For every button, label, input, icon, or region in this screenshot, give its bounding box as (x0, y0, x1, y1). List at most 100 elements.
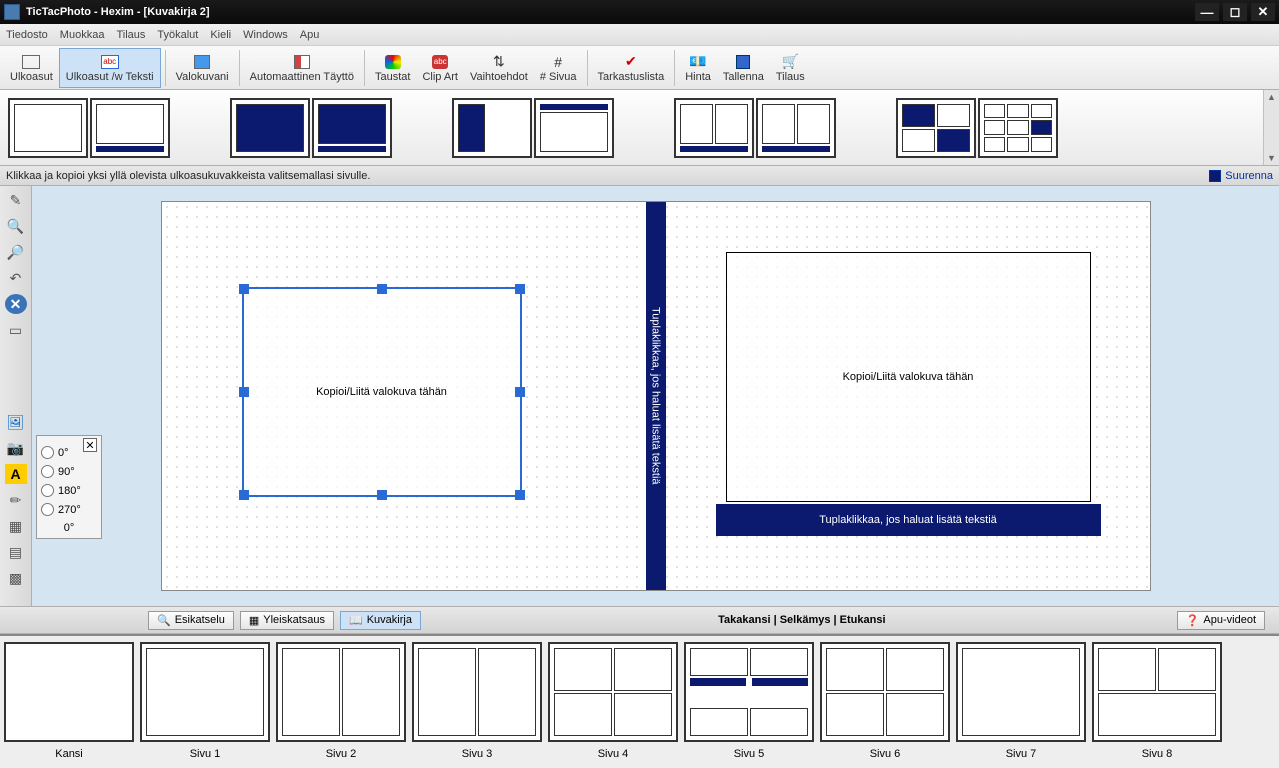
tb-price[interactable]: 💶Hinta (679, 48, 717, 88)
rotation-0[interactable] (41, 446, 54, 459)
minimize-button[interactable]: — (1195, 3, 1219, 21)
menu-help[interactable]: Apu (300, 29, 320, 41)
preview-button[interactable]: 🔍Esikatselu (148, 611, 234, 630)
page-thumb-8[interactable] (1092, 642, 1222, 742)
toolbar: Ulkoasut abcUlkoasut /w Teksti Valokuvan… (0, 46, 1279, 90)
left-toolbar: ✎ 🔍 🔎 ↶ ✕ ▭ 🖼 📷 A ✏ ▦ ▤ ▩ (0, 186, 32, 606)
rotation-close[interactable]: ✕ (83, 438, 97, 452)
undo-tool[interactable]: ↶ (5, 268, 27, 288)
layout-option-1[interactable] (8, 98, 170, 158)
page-indicator: Takakansi | Selkämys | Etukansi (427, 614, 1177, 626)
cart-icon: 🛒 (780, 53, 800, 71)
layout-option-4[interactable] (674, 98, 836, 158)
layout-text-icon: abc (101, 55, 119, 69)
layout-strip (0, 90, 1279, 166)
backgrounds-icon (385, 55, 401, 69)
photo-placeholder-text: Kopioi/Liitä valokuva tähän (316, 386, 447, 398)
tb-checklist[interactable]: ✔Tarkastuslista (592, 48, 671, 88)
menubar: Tiedosto Muokkaa Tilaus Työkalut Kieli W… (0, 24, 1279, 46)
book-spread: Kopioi/Liitä valokuva tähän Tuplaklikkaa… (161, 201, 1151, 591)
hint-bar: Klikkaa ja kopioi yksi yllä olevista ulk… (0, 166, 1279, 186)
select-tool[interactable]: ▭ (5, 320, 27, 340)
tb-autofill[interactable]: Automaattinen Täyttö (244, 48, 360, 88)
tb-save[interactable]: Tallenna (717, 48, 770, 88)
grid-icon: ▦ (249, 614, 259, 627)
app-icon (4, 4, 20, 20)
layers-tool[interactable]: ▤ (5, 542, 27, 562)
tb-layouts[interactable]: Ulkoasut (4, 48, 59, 88)
brush-tool[interactable]: ✎ (5, 190, 27, 210)
pencil-tool[interactable]: ✏ (5, 490, 27, 510)
menu-edit[interactable]: Muokkaa (60, 29, 105, 41)
menu-file[interactable]: Tiedosto (6, 29, 48, 41)
pages-row: Kansi Sivu 1 Sivu 2 Sivu 3 Sivu 4 Sivu 5… (0, 634, 1279, 768)
photos-icon (194, 55, 210, 69)
tb-pages[interactable]: ## Sivua (534, 48, 583, 88)
overview-button[interactable]: ▦Yleiskatsaus (240, 611, 334, 630)
back-cover-page[interactable]: Kopioi/Liitä valokuva tähän (162, 202, 646, 590)
expand-button[interactable]: Suurenna (1209, 170, 1273, 182)
photo-tool[interactable]: 📷 (5, 438, 27, 458)
maximize-button[interactable]: ◻ (1223, 3, 1247, 21)
close-button[interactable]: ✕ (1251, 3, 1275, 21)
tb-photos[interactable]: Valokuvani (170, 48, 235, 88)
text-bar-front[interactable]: Tuplaklikkaa, jos haluat lisätä tekstiä (716, 504, 1101, 536)
magnifier-icon: 🔍 (157, 614, 171, 627)
tb-backgrounds[interactable]: Taustat (369, 48, 416, 88)
autofill-icon (294, 55, 310, 69)
help-icon: ❓ (1186, 614, 1200, 627)
menu-order[interactable]: Tilaus (116, 29, 145, 41)
book-icon: 📖 (349, 614, 363, 627)
zoom-out-tool[interactable]: 🔎 (5, 242, 27, 262)
menu-language[interactable]: Kieli (210, 29, 231, 41)
rotation-value: 0° (41, 522, 97, 534)
photobook-button[interactable]: 📖Kuvakirja (340, 611, 421, 630)
layout-icon (22, 55, 40, 69)
page-thumb-6[interactable] (820, 642, 950, 742)
layout-scrollbar[interactable] (1263, 90, 1279, 165)
photo-frame-back[interactable]: Kopioi/Liitä valokuva tähän (242, 287, 522, 497)
window-title: TicTacPhoto - Hexim - [Kuvakirja 2] (26, 6, 1195, 18)
rotation-90[interactable] (41, 465, 54, 478)
page-thumb-5[interactable] (684, 642, 814, 742)
pattern-tool[interactable]: ▩ (5, 568, 27, 588)
page-thumb-3[interactable] (412, 642, 542, 742)
price-icon: 💶 (688, 53, 708, 71)
checklist-icon: ✔ (621, 53, 641, 71)
layout-option-3[interactable] (452, 98, 614, 158)
page-thumb-2[interactable] (276, 642, 406, 742)
tb-order[interactable]: 🛒Tilaus (770, 48, 811, 88)
front-cover-page[interactable]: Kopioi/Liitä valokuva tähän Tuplaklikkaa… (666, 202, 1150, 590)
clipart-icon: abc (432, 55, 448, 69)
tb-options[interactable]: ⇅Vaihtoehdot (464, 48, 534, 88)
menu-windows[interactable]: Windows (243, 29, 288, 41)
text-tool[interactable]: A (5, 464, 27, 484)
delete-tool[interactable]: ✕ (5, 294, 27, 314)
tb-clipart[interactable]: abcClip Art (416, 48, 463, 88)
tb-layouts-text[interactable]: abcUlkoasut /w Teksti (59, 48, 161, 88)
rotation-180[interactable] (41, 484, 54, 497)
hint-text: Klikkaa ja kopioi yksi yllä olevista ulk… (6, 170, 370, 182)
photo-frame-front[interactable]: Kopioi/Liitä valokuva tähän (726, 252, 1091, 502)
rotation-panel: ✕ 0° 90° 180° 270° 0° (36, 435, 102, 539)
page-thumb-7[interactable] (956, 642, 1086, 742)
bottom-bar: 🔍Esikatselu ▦Yleiskatsaus 📖Kuvakirja Tak… (0, 606, 1279, 634)
page-thumb-cover[interactable] (4, 642, 134, 742)
layout-option-2[interactable] (230, 98, 392, 158)
spine[interactable]: Tuplaklikkaa, jos haluat lisätä tekstiä (646, 202, 666, 590)
pages-icon: # (548, 53, 568, 71)
image-tool[interactable]: 🖼 (5, 412, 27, 432)
expand-icon (1209, 170, 1221, 182)
rotation-270[interactable] (41, 503, 54, 516)
page-thumb-1[interactable] (140, 642, 270, 742)
page-thumb-4[interactable] (548, 642, 678, 742)
layout-option-5[interactable] (896, 98, 1058, 158)
menu-tools[interactable]: Työkalut (157, 29, 198, 41)
photo-placeholder-text: Kopioi/Liitä valokuva tähän (843, 371, 974, 383)
titlebar: TicTacPhoto - Hexim - [Kuvakirja 2] — ◻ … (0, 0, 1279, 24)
grid-tool[interactable]: ▦ (5, 516, 27, 536)
zoom-in-tool[interactable]: 🔍 (5, 216, 27, 236)
help-videos-button[interactable]: ❓Apu-videot (1177, 611, 1265, 630)
options-icon: ⇅ (489, 53, 509, 71)
canvas[interactable]: Kopioi/Liitä valokuva tähän Tuplaklikkaa… (32, 186, 1279, 606)
